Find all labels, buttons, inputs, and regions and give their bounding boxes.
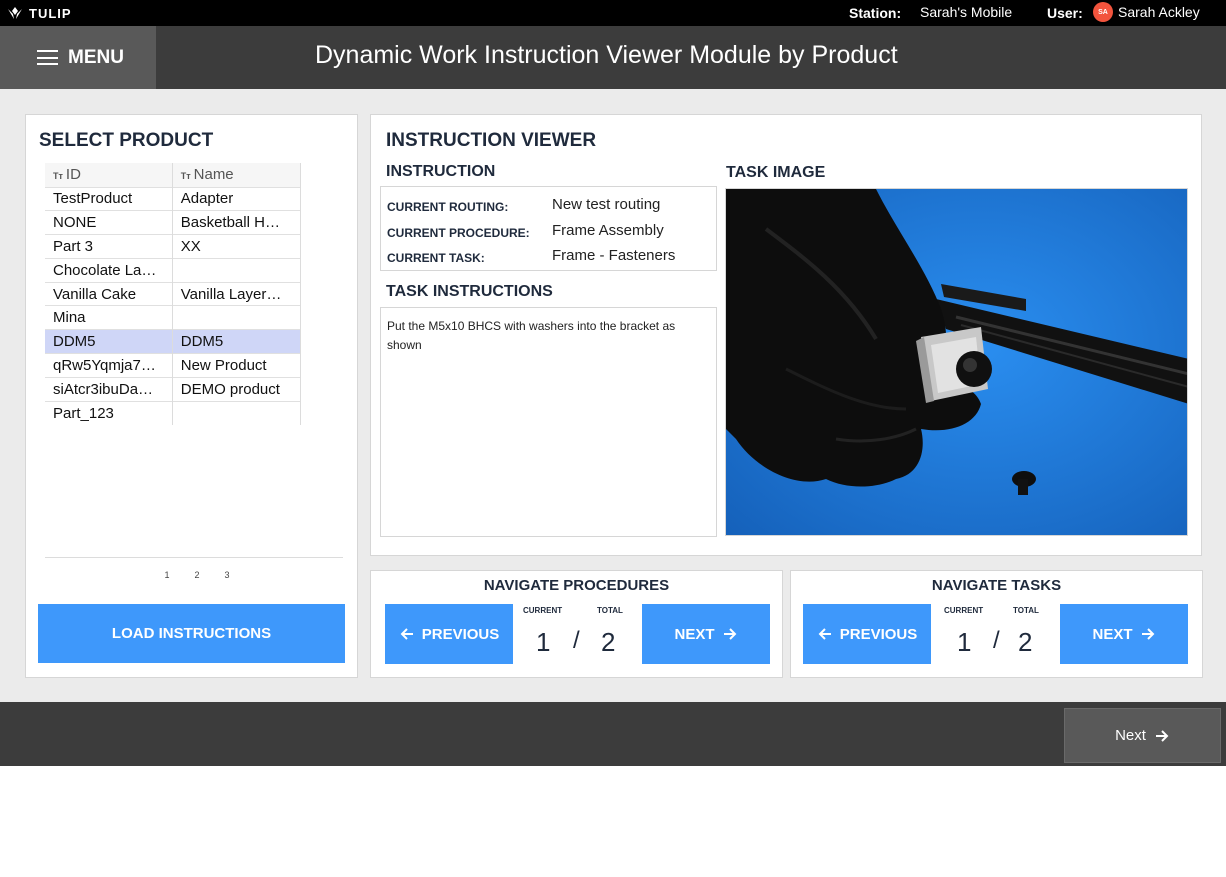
pagination: 1 2 3 <box>157 570 237 580</box>
current-procedure-label: CURRENT PROCEDURE: <box>387 226 530 240</box>
arrow-right-icon <box>723 628 736 640</box>
task-current-label: CURRENT <box>944 606 984 615</box>
task-total-label: TOTAL <box>1013 606 1039 615</box>
product-id-cell: TestProduct <box>45 186 173 211</box>
navigate-procedures-panel: NAVIGATE PROCEDURES PREVIOUS CURRENT TOT… <box>370 570 783 678</box>
table-row[interactable]: Part_123 <box>45 400 302 425</box>
product-name-cell <box>172 257 302 283</box>
instruction-info: CURRENT ROUTING: New test routing CURREN… <box>380 186 717 271</box>
table-header: Tт ID Tт Name <box>45 163 302 187</box>
page-title: Dynamic Work Instruction Viewer Module b… <box>315 41 898 69</box>
table-row[interactable]: qRw5Yqmja7… New Product <box>45 353 302 378</box>
text-type-icon: Tт <box>180 171 191 182</box>
station-label: Station: <box>849 5 902 21</box>
current-task-value: Frame - Fasteners <box>552 247 676 264</box>
instruction-title: INSTRUCTION <box>386 163 496 180</box>
product-name-cell: Vanilla Layer… <box>172 281 302 306</box>
avatar: SA <box>1093 2 1113 22</box>
product-name-cell <box>172 305 302 330</box>
product-name-cell: DEMO product <box>172 376 302 402</box>
product-name-cell: Adapter <box>172 186 302 211</box>
table-row[interactable]: DDM5 DDM5 <box>45 329 302 354</box>
table-row[interactable]: siAtcr3ibuDa… DEMO product <box>45 376 302 402</box>
product-id-cell: Vanilla Cake <box>45 281 173 306</box>
task-current-value: 1 <box>957 627 972 657</box>
product-name-cell: New Product <box>172 353 302 378</box>
table-row[interactable]: TestProduct Adapter <box>45 186 302 211</box>
procedure-total-value: 2 <box>601 627 616 657</box>
navigate-tasks-panel: NAVIGATE TASKS PREVIOUS CURRENT TOTAL 1 … <box>790 570 1203 678</box>
text-type-icon: Tт <box>53 171 63 182</box>
procedure-next-button[interactable]: NEXT <box>642 604 770 664</box>
task-image <box>725 188 1188 536</box>
product-id-cell: Part 3 <box>45 234 173 259</box>
brand-name: TULIP <box>29 5 72 21</box>
procedure-current-value: 1 <box>536 627 551 657</box>
product-id-cell: Mina <box>45 305 173 330</box>
procedure-total-label: TOTAL <box>597 606 623 615</box>
product-id-cell: qRw5Yqmja7… <box>45 353 173 378</box>
product-id-cell: DDM5 <box>45 329 173 354</box>
product-id-cell: NONE <box>45 210 173 235</box>
instruction-viewer-title: INSTRUCTION VIEWER <box>386 130 597 151</box>
current-procedure-value: Frame Assembly <box>552 222 664 239</box>
column-header-name[interactable]: Tт Name <box>172 163 302 187</box>
page-2[interactable]: 2 <box>187 570 207 580</box>
arrow-left-icon <box>400 628 413 640</box>
task-photo <box>726 189 1187 535</box>
select-product-title: SELECT PRODUCT <box>39 130 214 151</box>
user-label: User: <box>1047 5 1083 21</box>
tulip-logo-icon <box>8 7 22 19</box>
navigate-tasks-title: NAVIGATE TASKS <box>931 577 1062 594</box>
task-instructions-text: Put the M5x10 BHCS with washers into the… <box>380 307 717 537</box>
table-row[interactable]: Chocolate La… <box>45 257 302 283</box>
procedure-separator: / <box>573 627 580 654</box>
product-id-cell: Part_123 <box>45 400 173 425</box>
load-instructions-button[interactable]: LOAD INSTRUCTIONS <box>38 604 345 663</box>
station-value: Sarah's Mobile <box>920 4 1013 20</box>
task-image-title: TASK IMAGE <box>726 164 826 181</box>
procedure-current-label: CURRENT <box>523 606 563 615</box>
product-id-cell: Chocolate La… <box>45 257 173 283</box>
task-instructions-title: TASK INSTRUCTIONS <box>386 283 553 300</box>
app-header: MENU Dynamic Work Instruction Viewer Mod… <box>0 26 1226 89</box>
product-name-cell <box>172 400 302 425</box>
arrow-right-icon <box>1155 729 1169 742</box>
arrow-left-icon <box>818 628 831 640</box>
task-total-value: 2 <box>1018 627 1033 657</box>
navigate-procedures-title: NAVIGATE PROCEDURES <box>483 577 670 594</box>
hamburger-icon <box>37 50 58 65</box>
menu-button[interactable]: MENU <box>0 26 156 89</box>
column-header-id[interactable]: Tт ID <box>45 163 173 187</box>
menu-label: MENU <box>68 46 124 68</box>
tulip-logo: TULIP <box>7 5 72 21</box>
procedure-previous-button[interactable]: PREVIOUS <box>385 604 513 664</box>
product-table: Tт ID Tт Name TestProduct Adapter NONE Basket… <box>45 163 302 425</box>
current-task-label: CURRENT TASK: <box>387 251 485 265</box>
page-1[interactable]: 1 <box>157 570 177 580</box>
product-id-cell: siAtcr3ibuDa… <box>45 376 173 402</box>
app-footer: Next <box>0 702 1226 766</box>
table-row[interactable]: Mina <box>45 305 302 330</box>
product-name-cell: DDM5 <box>172 329 302 354</box>
product-name-cell: Basketball H… <box>172 210 302 235</box>
footer-next-button[interactable]: Next <box>1064 708 1221 763</box>
task-previous-button[interactable]: PREVIOUS <box>803 604 931 664</box>
page-3[interactable]: 3 <box>217 570 237 580</box>
table-row[interactable]: Vanilla Cake Vanilla Layer… <box>45 281 302 306</box>
current-routing-label: CURRENT ROUTING: <box>387 200 509 214</box>
arrow-right-icon <box>1141 628 1154 640</box>
table-divider <box>45 557 343 558</box>
table-row[interactable]: Part 3 XX <box>45 234 302 259</box>
top-bar: TULIP Station: Sarah's Mobile User: SA S… <box>0 0 1226 26</box>
task-next-button[interactable]: NEXT <box>1060 604 1188 664</box>
current-routing-value: New test routing <box>552 196 661 213</box>
task-separator: / <box>993 627 1000 654</box>
user-name: Sarah Ackley <box>1118 4 1200 20</box>
product-name-cell: XX <box>172 234 302 259</box>
table-row[interactable]: NONE Basketball H… <box>45 210 302 235</box>
